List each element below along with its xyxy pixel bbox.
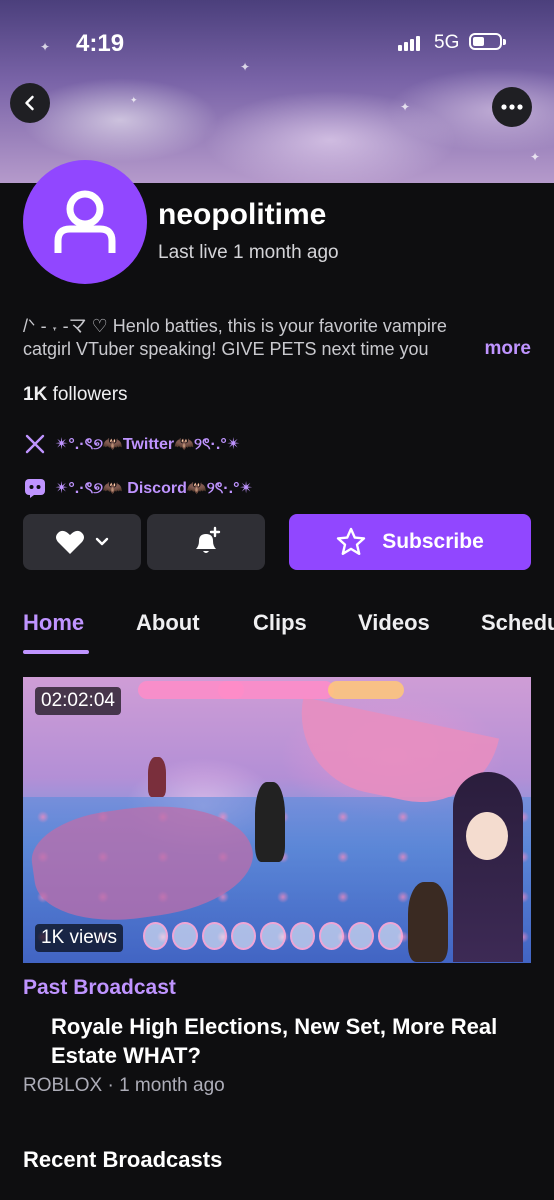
- thumbnail-hud: [143, 922, 403, 952]
- tab-about[interactable]: About: [136, 610, 200, 636]
- thumbnail-vtuber: [466, 812, 508, 860]
- more-options-button[interactable]: [492, 87, 532, 127]
- followers-label: followers: [52, 384, 128, 405]
- sparkle-icon: ✦: [400, 100, 411, 114]
- section-title-recent-broadcasts: Recent Broadcasts: [23, 1147, 223, 1172]
- tab-schedule[interactable]: Schedule: [481, 610, 554, 636]
- tab-clips[interactable]: Clips: [253, 610, 307, 636]
- active-tab-indicator: [23, 650, 89, 654]
- thumbnail-hud: [218, 681, 334, 699]
- bio-more-link[interactable]: more: [485, 338, 531, 360]
- social-link-discord[interactable]: ✴°.·ৎ୭🦇 Discord🦇୨ৎ·.°✴: [23, 474, 253, 502]
- network-type: 5G: [434, 32, 460, 53]
- avatar[interactable]: [23, 160, 147, 284]
- channel-name: neopolitime: [158, 198, 327, 231]
- signal-icon: [398, 35, 424, 51]
- bell-plus-icon: [196, 526, 221, 553]
- tab-videos[interactable]: Videos: [358, 610, 430, 636]
- notifications-button[interactable]: [147, 514, 265, 570]
- sparkle-icon: ✦: [530, 150, 541, 164]
- video-duration: 02:02:04: [35, 687, 121, 715]
- ellipsis-icon: [501, 104, 523, 110]
- sparkle-icon: ✦: [130, 95, 138, 105]
- channel-tabs: Home About Clips Videos Schedule: [0, 606, 554, 656]
- followers-number: 1K: [23, 384, 48, 405]
- channel-actions: Subscribe: [0, 514, 554, 570]
- video-views: 1K views: [35, 924, 124, 952]
- status-bar: 4:19 5G: [0, 0, 554, 80]
- subscribe-button[interactable]: Subscribe: [289, 514, 531, 570]
- bio-line: catgirl VTuber speaking! GIVE PETS next …: [23, 339, 429, 359]
- channel-bio: /ᐠ - ˕ -マ ♡ Henlo batties, this is your …: [23, 315, 533, 361]
- follow-button[interactable]: [23, 514, 141, 570]
- subscribe-label: Subscribe: [382, 530, 484, 553]
- last-live-text: Last live 1 month ago: [158, 242, 339, 263]
- status-time: 4:19: [76, 30, 125, 57]
- battery-icon: [469, 33, 506, 50]
- user-icon: [54, 190, 116, 253]
- video-thumbnail[interactable]: 02:02:04 1K views: [23, 677, 531, 963]
- social-link-label: ✴°.·ৎ୭🦇 Discord🦇୨ৎ·.°✴: [55, 479, 253, 497]
- video-title[interactable]: Royale High Elections, New Set, More Rea…: [51, 1012, 511, 1070]
- back-button[interactable]: [10, 83, 50, 123]
- tab-home[interactable]: Home: [23, 610, 84, 636]
- social-link-label: ✴°.·ৎ୭🦇Twitter🦇୨ৎ·.°✴: [55, 435, 241, 453]
- followers-count: 1K followers: [23, 384, 128, 406]
- x-icon: [23, 432, 47, 456]
- discord-icon: [23, 476, 47, 500]
- thumbnail-vtuber: [453, 772, 523, 962]
- video-type: Past Broadcast: [23, 976, 176, 999]
- star-icon: [336, 527, 366, 557]
- heart-icon: [56, 530, 84, 554]
- social-link-twitter[interactable]: ✴°.·ৎ୭🦇Twitter🦇୨ৎ·.°✴: [23, 430, 240, 458]
- thumbnail-character: [148, 757, 166, 797]
- thumbnail-character: [255, 782, 285, 862]
- thumbnail-character: [408, 882, 448, 962]
- thumbnail-hud: [328, 681, 404, 699]
- chevron-down-icon: [95, 537, 109, 546]
- bio-line: /ᐠ - ˕ -マ ♡ Henlo batties, this is your …: [23, 316, 447, 336]
- video-meta: ROBLOX · 1 month ago: [23, 1075, 225, 1096]
- chevron-left-icon: [25, 95, 34, 111]
